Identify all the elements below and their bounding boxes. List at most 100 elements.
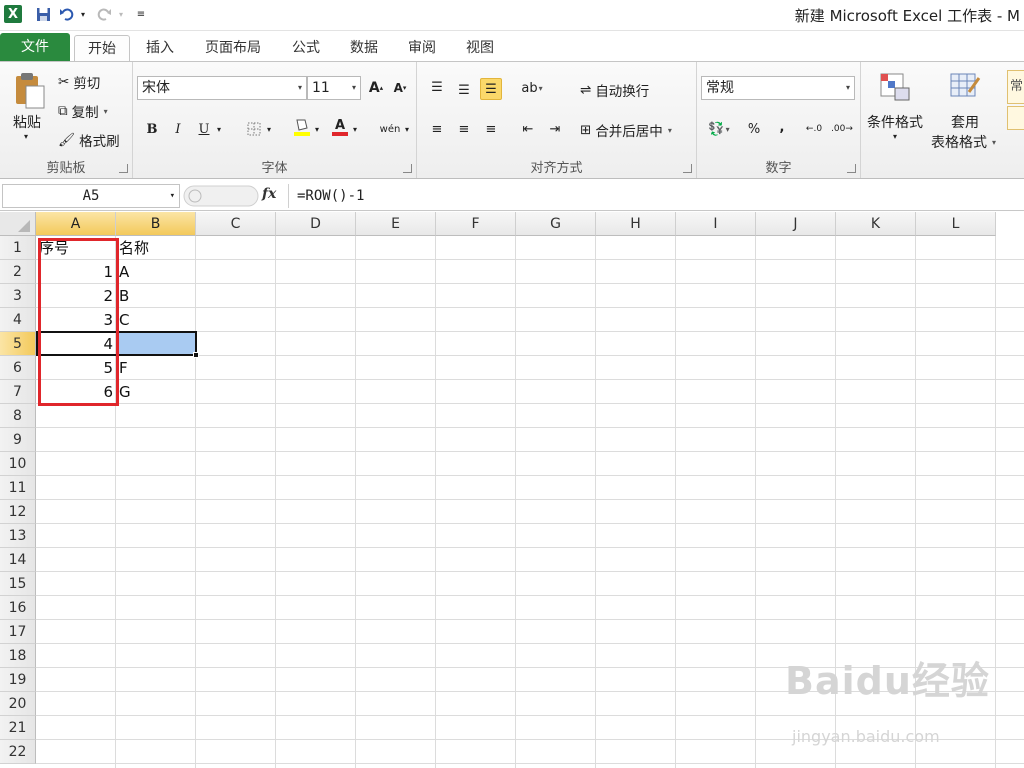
font-color-dropdown-icon[interactable]: ▾ xyxy=(349,118,361,140)
tab-file[interactable]: 文件 xyxy=(0,33,70,61)
cell-styles-gallery-item[interactable] xyxy=(1007,106,1024,130)
cell-styles-gallery[interactable]: 常 xyxy=(1007,70,1024,104)
fill-color-dropdown-icon[interactable]: ▾ xyxy=(311,118,323,140)
row-header-9[interactable]: 9 xyxy=(0,428,36,452)
format-as-table-line1[interactable]: 套用 xyxy=(951,112,979,132)
shrink-font-button[interactable]: A ▾ xyxy=(389,77,411,99)
tab-home[interactable]: 开始 xyxy=(74,35,130,61)
row-header-14[interactable]: 14 xyxy=(0,548,36,572)
border-icon[interactable] xyxy=(243,118,265,140)
tab-page-layout[interactable]: 页面布局 xyxy=(194,35,272,61)
row-header-19[interactable]: 19 xyxy=(0,668,36,692)
formula-input[interactable]: =ROW()-1 xyxy=(288,184,1024,208)
cell-b3[interactable]: B xyxy=(116,284,196,308)
cell-b6[interactable]: F xyxy=(116,356,196,380)
undo-icon[interactable] xyxy=(58,5,76,23)
conditional-formatting-icon[interactable] xyxy=(879,72,911,102)
save-icon[interactable] xyxy=(34,5,52,23)
conditional-formatting-button[interactable]: 条件格式 xyxy=(867,112,923,132)
row-header-3[interactable]: 3 xyxy=(0,284,36,308)
row-header-17[interactable]: 17 xyxy=(0,620,36,644)
row-header-18[interactable]: 18 xyxy=(0,644,36,668)
font-size-combo[interactable]: 11 ▾ xyxy=(307,76,361,100)
cell-b5[interactable]: E xyxy=(116,332,196,356)
format-as-table-icon[interactable] xyxy=(949,72,981,102)
cell-b1[interactable]: 名称 xyxy=(116,236,196,260)
undo-dropdown-icon[interactable]: ▾ xyxy=(78,5,88,23)
align-top-icon[interactable]: ☰ xyxy=(426,76,448,98)
tab-insert[interactable]: 插入 xyxy=(134,35,186,61)
italic-button[interactable]: I xyxy=(167,118,189,140)
column-header-f[interactable]: F xyxy=(436,212,516,236)
cell-a4[interactable]: 3 xyxy=(36,308,116,332)
redo-dropdown-icon[interactable]: ▾ xyxy=(116,5,126,23)
cell-b2[interactable]: A xyxy=(116,260,196,284)
column-header-a[interactable]: A xyxy=(36,212,116,236)
copy-button[interactable]: ⧉ 复制 ▾ xyxy=(58,101,108,121)
row-header-8[interactable]: 8 xyxy=(0,404,36,428)
bold-button[interactable]: B xyxy=(141,118,163,140)
paste-button[interactable]: 粘贴 xyxy=(13,112,41,132)
font-launcher-icon[interactable] xyxy=(403,164,412,173)
column-header-h[interactable]: H xyxy=(596,212,676,236)
tab-formulas[interactable]: 公式 xyxy=(282,35,330,61)
align-middle-icon[interactable]: ☰ xyxy=(453,79,475,101)
column-header-l[interactable]: L xyxy=(916,212,996,236)
decrease-indent-icon[interactable]: ⇤ xyxy=(517,118,539,140)
clipboard-launcher-icon[interactable] xyxy=(119,164,128,173)
cell-a6[interactable]: 5 xyxy=(36,356,116,380)
row-header-5[interactable]: 5 xyxy=(0,332,36,356)
name-box[interactable]: A5 ▾ xyxy=(2,184,180,208)
currency-button[interactable]: 💱 ▾ xyxy=(703,118,735,140)
row-header-21[interactable]: 21 xyxy=(0,716,36,740)
underline-button[interactable]: U xyxy=(193,118,215,140)
cut-button[interactable]: ✂ 剪切 xyxy=(58,72,100,92)
border-dropdown-icon[interactable]: ▾ xyxy=(263,118,275,140)
row-header-11[interactable]: 11 xyxy=(0,476,36,500)
merge-center-button[interactable]: ⊞ 合并后居中 ▾ xyxy=(580,120,672,140)
column-header-b[interactable]: B xyxy=(116,212,196,236)
row-header-6[interactable]: 6 xyxy=(0,356,36,380)
wrap-text-button[interactable]: ⇌ 自动换行 xyxy=(580,80,649,100)
customize-icon[interactable]: ≡ xyxy=(134,5,148,23)
increase-decimal-button[interactable]: ← .0 xyxy=(801,118,827,140)
format-painter-button[interactable]: 🖌 格式刷 xyxy=(58,130,120,150)
insert-function-icon[interactable]: fx xyxy=(262,186,276,202)
row-header-15[interactable]: 15 xyxy=(0,572,36,596)
underline-dropdown-icon[interactable]: ▾ xyxy=(213,118,225,140)
grow-font-button[interactable]: A ▴ xyxy=(365,77,387,99)
column-header-k[interactable]: K xyxy=(836,212,916,236)
number-format-combo[interactable]: 常规 ▾ xyxy=(701,76,855,100)
cell-b7[interactable]: G xyxy=(116,380,196,404)
decrease-decimal-button[interactable]: .00 → xyxy=(829,118,855,140)
font-name-combo[interactable]: 宋体 ▾ xyxy=(137,76,307,100)
tab-view[interactable]: 视图 xyxy=(456,35,504,61)
cell-a3[interactable]: 2 xyxy=(36,284,116,308)
fill-handle[interactable] xyxy=(193,352,199,358)
fill-color-icon[interactable] xyxy=(291,116,313,138)
excel-icon[interactable]: X xyxy=(4,5,22,23)
align-bottom-icon[interactable]: ☰ xyxy=(480,78,502,100)
row-header-22[interactable]: 22 xyxy=(0,740,36,764)
redo-icon[interactable] xyxy=(95,5,113,23)
conditional-formatting-dropdown-icon[interactable]: ▾ xyxy=(893,132,897,141)
cell-a1[interactable]: 序号 xyxy=(36,236,116,260)
paste-dropdown-icon[interactable]: ▾ xyxy=(24,132,28,141)
row-header-4[interactable]: 4 xyxy=(0,308,36,332)
column-header-g[interactable]: G xyxy=(516,212,596,236)
row-header-12[interactable]: 12 xyxy=(0,500,36,524)
cell-b4[interactable]: C xyxy=(116,308,196,332)
tab-data[interactable]: 数据 xyxy=(340,35,388,61)
tab-review[interactable]: 审阅 xyxy=(398,35,446,61)
column-header-j[interactable]: J xyxy=(756,212,836,236)
phonetic-dropdown-icon[interactable]: ▾ xyxy=(401,118,413,140)
column-header-i[interactable]: I xyxy=(676,212,756,236)
cell-a2[interactable]: 1 xyxy=(36,260,116,284)
row-header-13[interactable]: 13 xyxy=(0,524,36,548)
row-header-7[interactable]: 7 xyxy=(0,380,36,404)
align-left-icon[interactable]: ≡ xyxy=(426,118,448,140)
number-launcher-icon[interactable] xyxy=(847,164,856,173)
phonetic-button[interactable]: wén xyxy=(377,118,403,140)
format-as-table-button[interactable]: 表格格式 ▾ xyxy=(931,132,996,152)
orientation-button[interactable]: ab ▾ xyxy=(517,77,547,99)
